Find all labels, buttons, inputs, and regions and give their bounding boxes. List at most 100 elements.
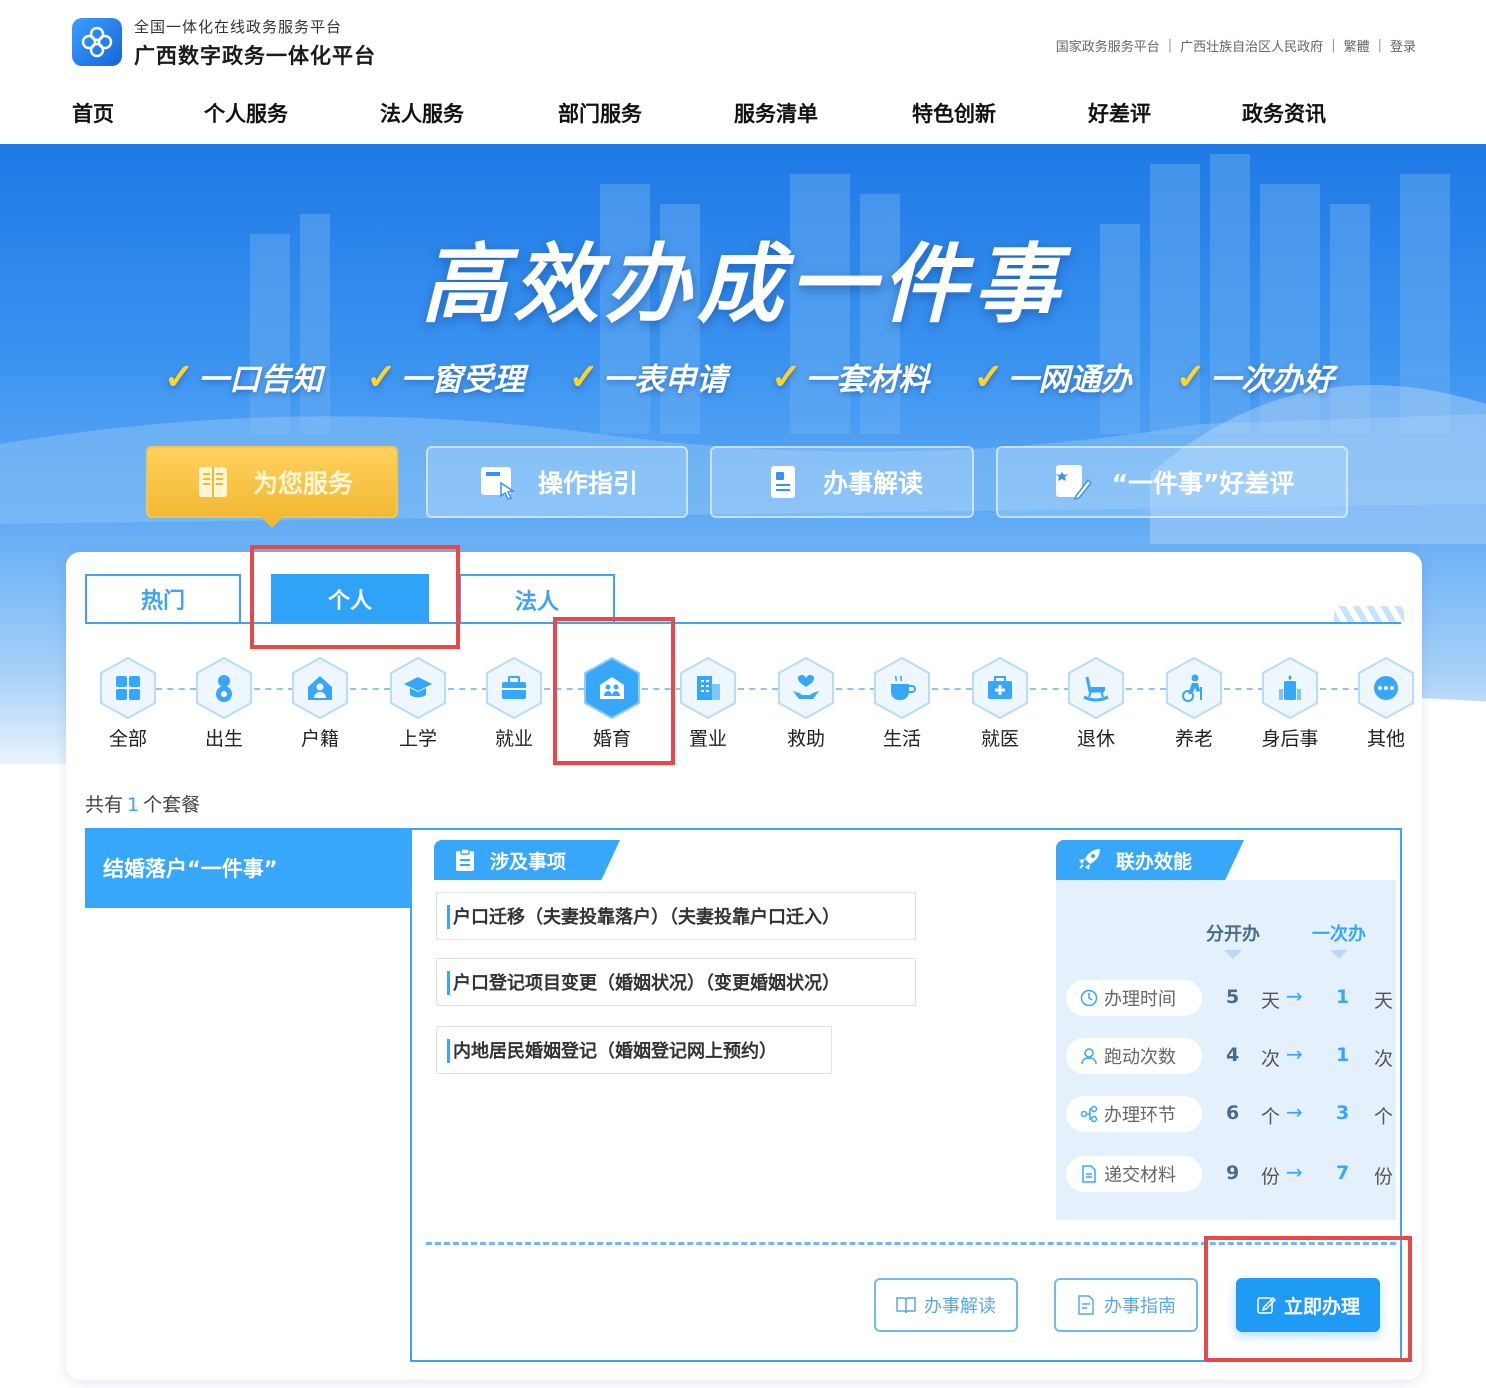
metric-after: 3 bbox=[1336, 1102, 1350, 1124]
one-thing-rating-label: “一件事”好差评 bbox=[1111, 469, 1295, 498]
slogan-item: ✓ 一表申请 bbox=[569, 354, 727, 399]
column-once: 一次办 bbox=[1312, 920, 1366, 959]
nav-department-services[interactable]: 部门服务 bbox=[558, 98, 642, 128]
efficiency-panel: 分开办 一次办 办理时间 5 天 → 1 天 跑动次数 4 次 → 1 次 办理… bbox=[1056, 880, 1396, 1220]
efficiency-section-title: 联办效能 bbox=[1116, 850, 1193, 873]
metric-row-steps: 办理环节 6 个 → 3 个 bbox=[1066, 1094, 1396, 1134]
category-all[interactable]: 全部 bbox=[96, 656, 160, 751]
guide-doc-icon bbox=[1078, 1295, 1094, 1315]
nav-personal-services[interactable]: 个人服务 bbox=[204, 98, 288, 128]
metric-label: 递交材料 bbox=[1104, 1165, 1176, 1186]
package-tab-marriage-registration[interactable]: 结婚落户“一件事” bbox=[85, 828, 411, 908]
medical-kit-icon bbox=[988, 676, 1012, 699]
category-label: 全部 bbox=[108, 728, 147, 750]
one-thing-rating-button[interactable]: “一件事”好差评 bbox=[996, 446, 1348, 518]
link-separator: | bbox=[1331, 38, 1336, 53]
category-other[interactable]: 其他 bbox=[1354, 656, 1418, 751]
metric-label-pill: 办理环节 bbox=[1066, 1096, 1202, 1132]
tab-legal-entity[interactable]: 法人 bbox=[459, 574, 615, 624]
service-interpretation-button[interactable]: 办事解读 bbox=[710, 446, 974, 518]
category-property[interactable]: 置业 bbox=[676, 656, 740, 751]
category-household[interactable]: 户籍 bbox=[288, 656, 352, 751]
elderly-icon bbox=[1182, 674, 1202, 702]
tab-hot[interactable]: 热门 bbox=[85, 574, 241, 624]
guide-button[interactable]: 办事指南 bbox=[1054, 1278, 1198, 1332]
category-connector bbox=[738, 688, 778, 690]
column-separate: 分开办 bbox=[1206, 920, 1260, 959]
clock-icon bbox=[1080, 989, 1098, 1007]
person-icon bbox=[1081, 1048, 1097, 1065]
marriage-icon bbox=[600, 677, 624, 699]
more-icon bbox=[1374, 676, 1398, 700]
baby-icon bbox=[216, 675, 232, 702]
nav-featured-innovation[interactable]: 特色创新 bbox=[912, 98, 996, 128]
tab-decoration bbox=[1334, 606, 1404, 622]
site-header: 全国一体化在线政务服务平台 广西数字政务一体化平台 国家政务服务平台 | 广西壮… bbox=[0, 0, 1486, 144]
category-retirement[interactable]: 退休 bbox=[1064, 656, 1128, 751]
nav-legal-services[interactable]: 法人服务 bbox=[380, 98, 464, 128]
category-school[interactable]: 上学 bbox=[386, 656, 450, 751]
operation-guide-button[interactable]: 操作指引 bbox=[426, 446, 688, 518]
count-prefix: 共有 bbox=[85, 794, 124, 816]
package-count: 共有 1 个套餐 bbox=[85, 790, 200, 817]
category-marriage[interactable]: 婚育 bbox=[580, 656, 644, 751]
metric-row-trips: 跑动次数 4 次 → 1 次 bbox=[1066, 1036, 1396, 1076]
site-title[interactable]: 广西数字政务一体化平台 bbox=[134, 40, 376, 70]
items-section-title: 涉及事项 bbox=[490, 850, 567, 873]
category-label: 婚育 bbox=[592, 728, 631, 750]
memorial-icon bbox=[1279, 675, 1301, 700]
serve-you-label: 为您服务 bbox=[252, 469, 353, 498]
arrow-right-icon: → bbox=[1286, 1100, 1303, 1124]
category-connector bbox=[544, 688, 584, 690]
category-elderly-care[interactable]: 养老 bbox=[1162, 656, 1226, 751]
category-after-death[interactable]: 身后事 bbox=[1258, 656, 1322, 751]
triangle-icon bbox=[1330, 950, 1348, 959]
metric-label-pill: 递交材料 bbox=[1066, 1156, 1202, 1192]
category-label: 上学 bbox=[398, 728, 437, 750]
category-birth[interactable]: 出生 bbox=[192, 656, 256, 751]
logo-icon[interactable] bbox=[72, 18, 122, 66]
check-icon: ✓ bbox=[1175, 355, 1206, 398]
guide-icon bbox=[476, 460, 520, 504]
edit-icon bbox=[1257, 1296, 1276, 1314]
serve-you-button[interactable]: 为您服务 bbox=[146, 446, 398, 528]
category-medical[interactable]: 就医 bbox=[968, 656, 1032, 751]
slogan-text: 一口告知 bbox=[198, 362, 323, 398]
slogan-list: ✓ 一口告知 ✓ 一窗受理 ✓ 一表申请 ✓ 一套材料 ✓ 一网通办 ✓ 一次办好 bbox=[164, 354, 1334, 399]
link-national-platform[interactable]: 国家政务服务平台 bbox=[1056, 36, 1160, 55]
efficiency-section-header: 联办效能 bbox=[1056, 840, 1244, 880]
category-connector bbox=[156, 688, 196, 690]
metric-label: 跑动次数 bbox=[1104, 1047, 1176, 1068]
category-assistance[interactable]: 救助 bbox=[774, 656, 838, 751]
nav-home[interactable]: 首页 bbox=[72, 98, 114, 128]
metric-unit: 次 bbox=[1374, 1048, 1394, 1070]
tab-personal[interactable]: 个人 bbox=[271, 574, 429, 624]
link-guangxi-government[interactable]: 广西壮族自治区人民政府 bbox=[1180, 36, 1323, 55]
helping-hand-icon bbox=[793, 675, 819, 699]
interpret-button[interactable]: 办事解读 bbox=[874, 1278, 1018, 1332]
item-household-migration[interactable]: 户口迁移（夫妻投靠落户）（夫妻投靠户口迁入） bbox=[436, 892, 916, 940]
nav-news[interactable]: 政务资讯 bbox=[1242, 98, 1326, 128]
nav-rating[interactable]: 好差评 bbox=[1088, 98, 1151, 128]
link-login[interactable]: 登录 bbox=[1390, 36, 1416, 55]
item-marriage-registration[interactable]: 内地居民婚姻登记（婚姻登记网上预约） bbox=[436, 1026, 832, 1074]
arrow-right-icon: → bbox=[1286, 1160, 1303, 1184]
item-marital-status-change[interactable]: 户口登记项目变更（婚姻状况）（变更婚姻状况） bbox=[436, 958, 916, 1006]
main-nav: 首页 个人服务 法人服务 部门服务 服务清单 特色创新 好差评 政务资讯 bbox=[72, 98, 1372, 138]
category-employment[interactable]: 就业 bbox=[482, 656, 546, 751]
category-life[interactable]: 生活 bbox=[870, 656, 934, 751]
check-icon: ✓ bbox=[568, 355, 599, 398]
metric-before: 4 bbox=[1226, 1044, 1240, 1066]
apply-now-button[interactable]: 立即办理 bbox=[1236, 1278, 1380, 1332]
slogan-text: 一次办好 bbox=[1209, 362, 1334, 398]
nav-service-list[interactable]: 服务清单 bbox=[734, 98, 818, 128]
category-label: 置业 bbox=[688, 728, 727, 750]
slogan-item: ✓ 一网通办 bbox=[973, 354, 1131, 399]
service-card: 热门 个人 法人 全部 出生 户籍 上学 就业 婚育 置业 救助 生活 就医 退… bbox=[66, 552, 1422, 1380]
link-traditional-chinese[interactable]: 繁體 bbox=[1344, 36, 1370, 55]
category-label: 身后事 bbox=[1261, 728, 1319, 750]
link-separator: | bbox=[1377, 38, 1382, 53]
rocking-chair-icon bbox=[1083, 676, 1109, 702]
metric-unit: 次 bbox=[1261, 1048, 1281, 1070]
metric-label: 办理时间 bbox=[1104, 989, 1176, 1010]
